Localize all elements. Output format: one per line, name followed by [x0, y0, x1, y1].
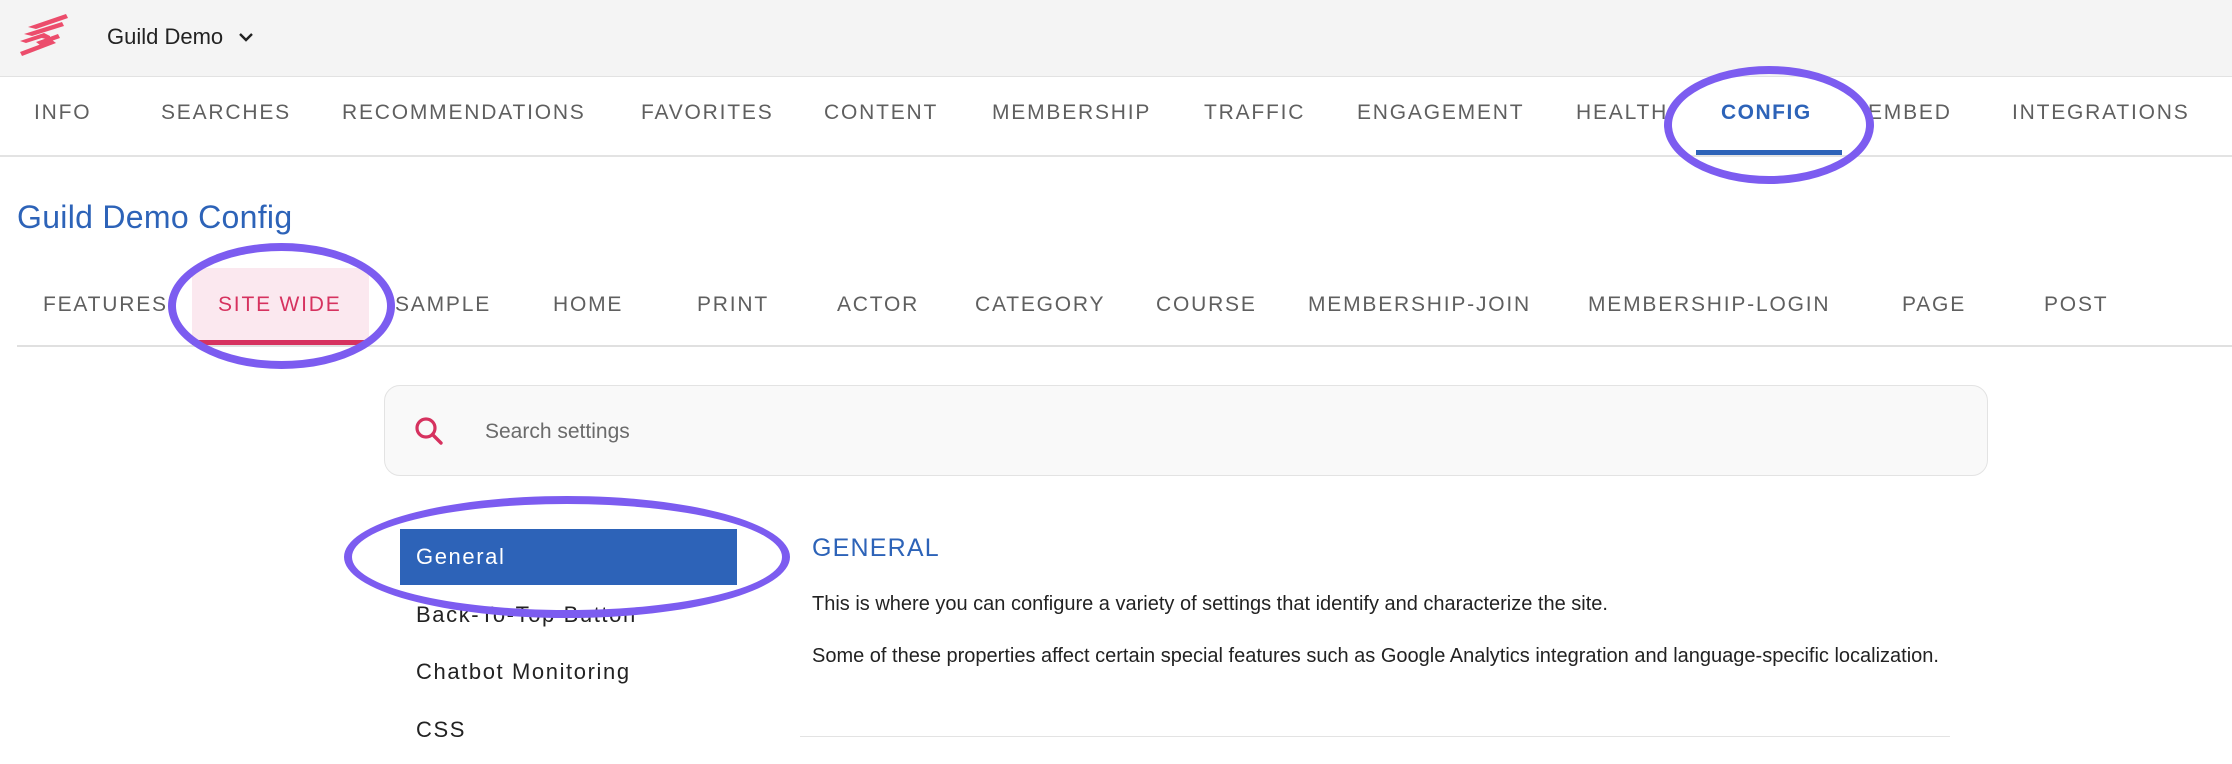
tab-config[interactable]: CONFIG [1721, 101, 1812, 125]
tab-searches[interactable]: SEARCHES [161, 101, 291, 125]
subtab-site-wide[interactable]: SITE WIDE [218, 293, 342, 317]
settings-search[interactable] [384, 385, 1988, 477]
search-input[interactable] [483, 386, 1937, 477]
tab-traffic[interactable]: TRAFFIC [1204, 101, 1305, 125]
tab-embed[interactable]: EMBED [1868, 101, 1952, 125]
config-sub-tabs: FEATURES SITE WIDE SAMPLE HOME PRINT ACT… [17, 268, 2232, 347]
menu-item-label: Back-To-Top Button [416, 602, 637, 627]
page-title: Guild Demo Config [17, 199, 293, 235]
menu-item-label: Chatbot Monitoring [416, 659, 631, 684]
tab-content[interactable]: CONTENT [824, 101, 938, 125]
app-header: Guild Demo [0, 0, 2232, 77]
section-description: This is where you can configure a variet… [812, 593, 1608, 615]
subtab-category[interactable]: CATEGORY [975, 293, 1105, 317]
subtab-membership-login[interactable]: MEMBERSHIP-LOGIN [1588, 293, 1830, 317]
subtab-print[interactable]: PRINT [697, 293, 769, 317]
chevron-down-icon [239, 33, 254, 42]
subtab-actor[interactable]: ACTOR [837, 293, 919, 317]
menu-item-label: CSS [416, 717, 467, 742]
menu-item-chatbot-monitoring[interactable]: Chatbot Monitoring [400, 644, 737, 700]
guild-logo-icon[interactable] [14, 12, 72, 60]
subtab-features[interactable]: FEATURES [43, 293, 168, 317]
tab-membership[interactable]: MEMBERSHIP [992, 101, 1151, 125]
subtab-post[interactable]: POST [2044, 293, 2108, 317]
active-sub-tab-indicator [192, 340, 369, 345]
menu-item-label: General [416, 544, 506, 569]
menu-item-css[interactable]: CSS [400, 702, 737, 758]
tab-recommendations[interactable]: RECOMMENDATIONS [342, 101, 586, 125]
tab-health[interactable]: HEALTH [1576, 101, 1668, 125]
workspace-name: Guild Demo [107, 24, 224, 49]
subtab-course[interactable]: COURSE [1156, 293, 1257, 317]
subtab-page[interactable]: PAGE [1902, 293, 1966, 317]
search-icon [415, 417, 443, 445]
top-nav: INFO SEARCHES RECOMMENDATIONS FAVORITES … [0, 77, 2232, 157]
subtab-membership-join[interactable]: MEMBERSHIP-JOIN [1308, 293, 1531, 317]
menu-item-general[interactable]: General [400, 529, 737, 585]
tab-info[interactable]: INFO [34, 101, 91, 125]
subtab-sample[interactable]: SAMPLE [395, 293, 491, 317]
subtab-home[interactable]: HOME [553, 293, 623, 317]
active-tab-indicator [1696, 150, 1842, 155]
workspace-switcher[interactable]: Guild Demo [107, 20, 255, 54]
tab-favorites[interactable]: FAVORITES [641, 101, 774, 125]
section-divider [800, 736, 1950, 737]
section-heading: GENERAL [812, 534, 940, 562]
tab-integrations[interactable]: INTEGRATIONS [2012, 101, 2190, 125]
tab-engagement[interactable]: ENGAGEMENT [1357, 101, 1524, 125]
menu-item-back-to-top-button[interactable]: Back-To-Top Button [400, 587, 737, 643]
section-note: Some of these properties affect certain … [812, 645, 1939, 667]
